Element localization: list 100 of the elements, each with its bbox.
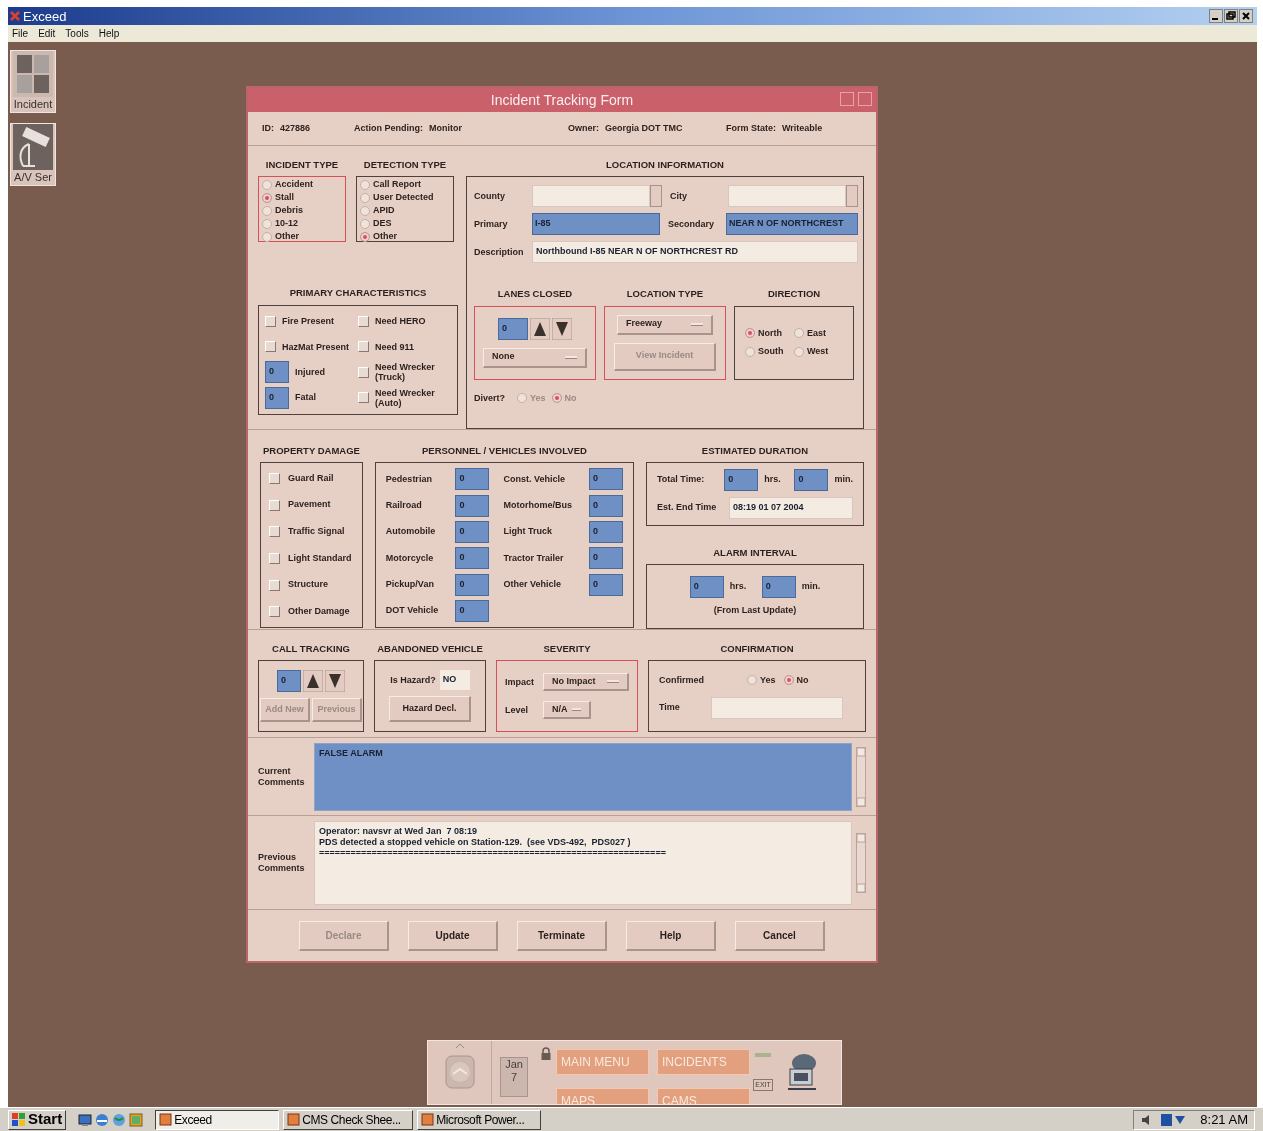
radio-button[interactable]	[360, 179, 370, 190]
number-field[interactable]: 0	[455, 573, 490, 596]
button[interactable]: Hazard Decl.	[389, 696, 471, 723]
desktop-icon-tile[interactable]: A/V Ser	[10, 123, 56, 186]
comment-field[interactable]: FALSE ALARM	[314, 742, 852, 811]
checkbox[interactable]	[269, 526, 280, 538]
checkbox[interactable]	[358, 341, 369, 353]
number-field[interactable]: 0	[455, 521, 490, 544]
text-field[interactable]	[728, 185, 846, 208]
radio-button[interactable]	[745, 328, 755, 339]
taskbar-button[interactable]: CMS Check Shee...	[283, 1109, 414, 1130]
dropdown-button[interactable]: None	[483, 347, 587, 368]
checkbox[interactable]	[358, 366, 369, 378]
checkbox[interactable]	[265, 341, 276, 353]
text-field[interactable]: NO	[439, 670, 470, 691]
number-field[interactable]: 0	[455, 547, 490, 570]
text-field[interactable]: I-85	[532, 213, 660, 236]
checkbox[interactable]	[269, 499, 280, 511]
network-icon[interactable]	[1160, 1112, 1187, 1127]
number-field[interactable]: 0	[589, 521, 623, 544]
number-field[interactable]: 0	[277, 670, 301, 693]
radio-button[interactable]	[262, 231, 272, 242]
menu-item[interactable]: Edit	[38, 26, 56, 41]
checkbox[interactable]	[265, 315, 276, 327]
radio-button[interactable]	[794, 346, 804, 357]
number-field[interactable]: 0	[265, 386, 289, 409]
browser-icon[interactable]	[95, 1112, 110, 1127]
radio-button[interactable]	[783, 675, 794, 686]
dropdown-button[interactable]: N/A	[543, 701, 591, 720]
checkbox[interactable]	[269, 553, 280, 565]
radio-button[interactable]	[262, 218, 272, 229]
button[interactable]: Terminate	[517, 920, 607, 951]
dropdown-button[interactable]: No Impact	[543, 673, 629, 692]
dropdown-button[interactable]: Freeway	[617, 314, 713, 335]
section-heading: LANES CLOSED	[496, 287, 574, 302]
button[interactable]: Update	[408, 920, 498, 951]
down-arrow-button[interactable]	[552, 317, 572, 340]
checkbox[interactable]	[358, 392, 369, 404]
lookup-button[interactable]	[650, 185, 662, 208]
number-field[interactable]: 0	[761, 575, 796, 598]
number-field[interactable]: 0	[724, 468, 759, 491]
minimize-button[interactable]	[1209, 9, 1223, 23]
comment-history-field[interactable]: Operator: navsvr at Wed Jan 7 08:19 PDS detected a stopped vehicle on Station-129. (see VDS-492, PDS027 ) ==================================================================	[314, 820, 852, 905]
number-field[interactable]: 0	[455, 494, 490, 517]
menu-item[interactable]: Help	[98, 26, 120, 41]
field-label: Primary	[474, 217, 509, 231]
number-field[interactable]: 0	[455, 600, 490, 623]
number-field[interactable]: 0	[589, 573, 623, 596]
button[interactable]: Help	[626, 920, 716, 951]
up-arrow-button[interactable]	[530, 317, 550, 340]
number-field[interactable]: 0	[589, 468, 623, 491]
app-icon	[287, 1113, 301, 1126]
radio-button[interactable]	[262, 205, 272, 216]
checkbox[interactable]	[269, 606, 280, 618]
radio-button[interactable]	[360, 218, 370, 229]
radio-button[interactable]	[745, 346, 755, 357]
text-field[interactable]	[532, 185, 650, 208]
globe-icon[interactable]	[112, 1112, 127, 1127]
radio-button[interactable]	[360, 231, 370, 242]
button[interactable]: Cancel	[735, 920, 825, 951]
desktop-icon-tile[interactable]: Incident	[10, 50, 56, 113]
number-field[interactable]: 0	[689, 575, 724, 598]
radio-button[interactable]	[747, 675, 757, 686]
number-field[interactable]: 0	[589, 494, 623, 517]
radio-button[interactable]	[262, 192, 272, 203]
number-field[interactable]: 0	[589, 547, 623, 570]
desktop-icon[interactable]	[78, 1112, 93, 1127]
up-arrow-button[interactable]	[303, 670, 323, 693]
lookup-button[interactable]	[846, 185, 858, 208]
text-field[interactable]: 08:19 01 07 2004	[729, 496, 853, 519]
field-label: Description	[474, 245, 525, 259]
field-label: Motorcycle	[385, 551, 434, 565]
checkbox[interactable]	[269, 473, 280, 485]
calendar-icon[interactable]: Jan 7	[500, 1057, 528, 1097]
radio-button[interactable]	[794, 328, 804, 339]
padlock-icon[interactable]	[540, 1047, 552, 1061]
presentation-icon[interactable]	[129, 1112, 144, 1127]
number-field[interactable]: 0	[794, 468, 829, 491]
number-field[interactable]: 0	[265, 361, 289, 384]
number-field[interactable]: 0	[455, 468, 490, 491]
checkbox[interactable]	[269, 579, 280, 591]
text-field[interactable]: NEAR N OF NORTHCREST	[726, 213, 858, 236]
menu-item[interactable]: File	[12, 26, 29, 41]
radio-button[interactable]	[360, 192, 370, 203]
maximize-button[interactable]	[1224, 9, 1238, 23]
checkbox[interactable]	[358, 315, 369, 327]
close-button[interactable]	[1239, 9, 1253, 23]
text-field[interactable]	[711, 697, 843, 719]
up-caret-icon[interactable]	[454, 1043, 465, 1049]
radio-button[interactable]	[360, 205, 370, 216]
menu-item[interactable]: Tools	[65, 26, 89, 41]
radio-button[interactable]	[262, 179, 272, 190]
taskbar-button[interactable]: Microsoft Power...	[417, 1109, 542, 1130]
field-label: Current Comments	[258, 765, 306, 788]
field-label: County	[474, 189, 506, 203]
down-arrow-button[interactable]	[325, 670, 345, 693]
text-field[interactable]: Northbound I-85 NEAR N OF NORTHCREST RD	[532, 241, 858, 264]
number-field[interactable]: 0	[498, 317, 528, 340]
taskbar-button[interactable]: Exceed	[155, 1109, 280, 1130]
start-button[interactable]: Start	[8, 1109, 67, 1130]
